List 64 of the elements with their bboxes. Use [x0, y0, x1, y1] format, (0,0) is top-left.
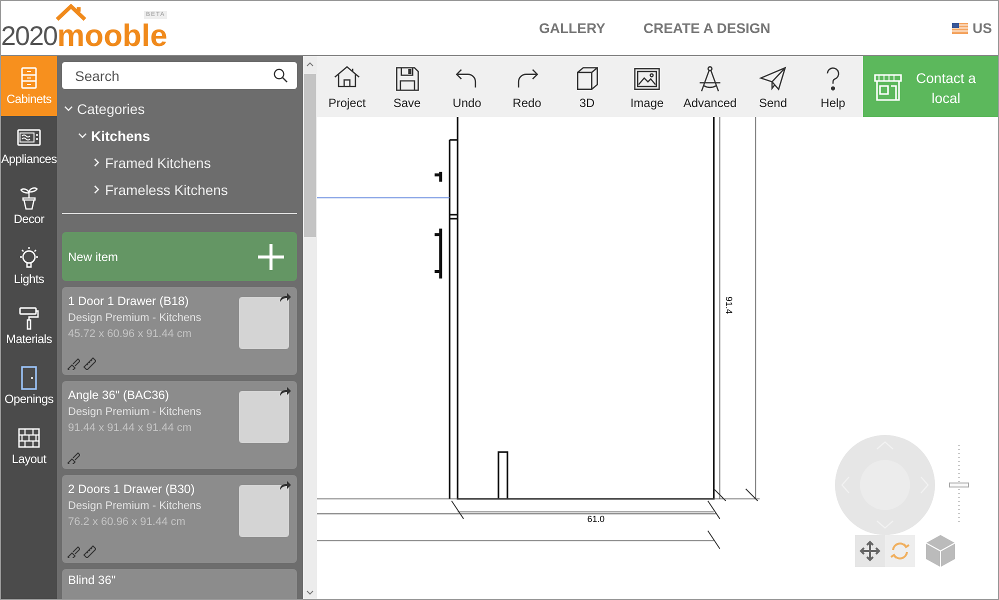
- toolbar-button[interactable]: 3D: [557, 56, 617, 117]
- toolbar-button[interactable]: Send: [743, 56, 803, 117]
- house-roof-icon: [53, 4, 89, 21]
- category-item[interactable]: Frameless Kitchens: [92, 176, 228, 203]
- locale-label[interactable]: US: [972, 20, 992, 36]
- category-tab[interactable]: Appliances: [1, 116, 57, 176]
- category-tab[interactable]: Materials: [1, 296, 57, 356]
- chevron-icon: [64, 104, 73, 113]
- logo-text: 2020: [1, 26, 58, 48]
- category-tab[interactable]: Lights: [1, 236, 57, 296]
- nav-link[interactable]: CREATE A DESIGN: [643, 20, 770, 36]
- category-item[interactable]: Framed Kitchens: [92, 149, 211, 176]
- paint-roller-icon: [17, 306, 41, 330]
- scroll-up-icon[interactable]: [306, 61, 314, 67]
- chevron-icon: [92, 185, 101, 194]
- toolbar-button[interactable]: Save: [377, 56, 437, 117]
- category-tab[interactable]: Decor: [1, 176, 57, 236]
- ruler-icon[interactable]: [83, 357, 96, 370]
- toolbar-button[interactable]: Help: [803, 56, 863, 117]
- item-brand: Design Premium - Kitchens: [68, 312, 202, 324]
- toolbar-button[interactable]: Project: [317, 56, 377, 117]
- toolbar-button[interactable]: Advanced: [677, 56, 743, 117]
- brick-wall-icon: [17, 426, 41, 450]
- nav-link[interactable]: GALLERY: [539, 20, 606, 36]
- search-field[interactable]: Search: [62, 62, 297, 89]
- item-brand: Design Premium - Kitchens: [68, 500, 202, 512]
- paint-brush-icon[interactable]: [67, 357, 80, 370]
- logo-text: mooble: [57, 24, 168, 49]
- category-item[interactable]: Categories: [64, 95, 145, 122]
- toolbar-button[interactable]: Undo: [437, 56, 497, 117]
- category-tab[interactable]: Layout: [1, 416, 57, 476]
- toolbar-button[interactable]: Image: [617, 56, 677, 117]
- flag-icon: [952, 22, 968, 34]
- item-size: 76.2 x 60.96 x 91.44 cm: [68, 516, 186, 528]
- category-item[interactable]: Kitchens: [78, 122, 150, 149]
- chevron-icon: [78, 131, 87, 140]
- photo-placeholder: [239, 485, 289, 537]
- paint-brush-icon[interactable]: [67, 451, 80, 464]
- item-title: Angle 36" (BAC36): [68, 388, 169, 402]
- chevron-icon: [92, 158, 101, 167]
- plus-icon: [257, 242, 285, 270]
- item-title: 1 Door 1 Drawer (B18): [68, 294, 189, 308]
- paint-brush-icon[interactable]: [67, 545, 80, 558]
- share-arrow-icon[interactable]: [279, 292, 291, 302]
- storefront-icon: [873, 72, 903, 102]
- category-tab[interactable]: Openings: [1, 356, 57, 416]
- item-title: Blind 36": [68, 573, 116, 587]
- item-size: 91.44 x 91.44 x 91.44 cm: [68, 422, 192, 434]
- scrollbar[interactable]: [303, 56, 317, 599]
- light-bulb-icon: [17, 246, 41, 270]
- dimension-label: 91.4: [724, 296, 734, 314]
- item-title: 2 Doors 1 Drawer (B30): [68, 482, 195, 496]
- share-arrow-icon[interactable]: [279, 386, 291, 396]
- photo-placeholder: [239, 391, 289, 443]
- item-brand: Design Premium - Kitchens: [68, 406, 202, 418]
- move-icon[interactable]: [855, 535, 885, 567]
- share-arrow-icon[interactable]: [279, 480, 291, 490]
- scroll-down-icon[interactable]: [306, 590, 314, 596]
- item-size: 45.72 x 60.96 x 91.44 cm: [68, 328, 192, 340]
- dimension-label: 61.0: [587, 514, 605, 524]
- photo-placeholder: [239, 297, 289, 349]
- toolbar-button[interactable]: Redo: [497, 56, 557, 117]
- ruler-icon[interactable]: [83, 545, 96, 558]
- search-icon[interactable]: [273, 68, 288, 83]
